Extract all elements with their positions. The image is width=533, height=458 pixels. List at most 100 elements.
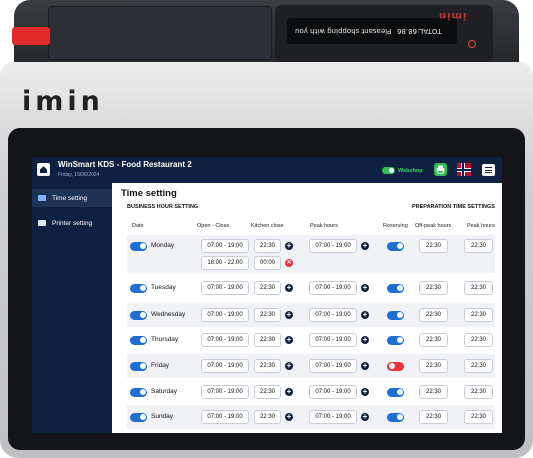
business-hour-heading: BUSINESS HOUR SETTING (127, 204, 199, 210)
paper-release-key[interactable] (12, 27, 50, 45)
peak-time-field[interactable]: 22:30 (464, 239, 493, 253)
peak-hours-field[interactable]: 07:00 - 19:00 (309, 410, 357, 424)
kitchen-close-field[interactable]: 22:30 (254, 281, 281, 295)
day-label: Thursday (151, 336, 179, 343)
day-enabled-toggle[interactable] (130, 361, 147, 371)
open-close-field[interactable]: 07:00 - 19:00 (201, 410, 249, 424)
offpeak-time-field[interactable]: 22:30 (419, 333, 448, 347)
printer-icon (38, 220, 46, 226)
day-row: Friday 07:00 - 19:00 22:30 +07:00 - 19:00 +2… (127, 354, 495, 378)
norway-flag-icon[interactable] (457, 163, 471, 176)
sidebar-item-time-setting[interactable]: Time setting (32, 189, 112, 207)
app-title: WinSmart KDS - Food Restaurant 2 (58, 160, 192, 169)
kitchen-close-field[interactable]: 22:30 (254, 308, 281, 322)
home-icon[interactable] (37, 163, 50, 176)
reserving-toggle[interactable] (387, 412, 404, 422)
day-row: Sunday 07:00 - 19:00 22:30 +07:00 - 19:00 +2… (127, 405, 495, 429)
add-hours-icon[interactable]: + (285, 388, 293, 396)
open-close-field-2[interactable]: 18:00 - 22:00 (201, 256, 249, 270)
screen: WinSmart KDS - Food Restaurant 2 Friday,… (32, 157, 502, 433)
day-row: Saturday 07:00 - 19:00 22:30 +07:00 - 19:00… (127, 380, 495, 404)
reserving-toggle[interactable] (387, 241, 404, 251)
reserving-toggle[interactable] (387, 335, 404, 345)
main-content: Time setting BUSINESS HOUR SETTING PREPA… (112, 183, 502, 433)
day-enabled-toggle[interactable] (130, 310, 147, 320)
peak-hours-field[interactable]: 07:00 - 19:00 (309, 308, 357, 322)
offpeak-time-field[interactable]: 22:30 (419, 410, 448, 424)
reserving-toggle[interactable] (387, 387, 404, 397)
add-peak-icon[interactable]: + (361, 311, 369, 319)
peak-hours-field[interactable]: 07:00 - 19:00 (309, 385, 357, 399)
kitchen-close-field-2[interactable]: 00:00 (254, 256, 281, 270)
col-open-close: Open - Close (197, 223, 230, 229)
add-peak-icon[interactable]: + (361, 284, 369, 292)
add-peak-icon[interactable]: + (361, 242, 369, 250)
add-peak-icon[interactable]: + (361, 336, 369, 344)
peak-time-field[interactable]: 22:30 (464, 281, 493, 295)
day-enabled-toggle[interactable] (130, 387, 147, 397)
day-label: Wednesday (151, 311, 186, 318)
power-icon[interactable] (468, 40, 476, 48)
printer-icon[interactable] (434, 163, 447, 176)
offpeak-time-field[interactable]: 22:30 (419, 308, 448, 322)
peak-time-field[interactable]: 22:30 (464, 385, 493, 399)
kitchen-close-field[interactable]: 22:30 (254, 385, 281, 399)
sidebar-item-printer-setting[interactable]: Printer setting (32, 214, 112, 232)
page-title: Time setting (121, 188, 177, 199)
day-enabled-toggle[interactable] (130, 283, 147, 293)
day-row: Thursday 07:00 - 19:00 22:30 +07:00 - 19:00… (127, 328, 495, 352)
day-enabled-toggle[interactable] (130, 241, 147, 251)
day-label: Saturday (151, 388, 178, 395)
customer-display-left: Pleasant shopping with you (295, 27, 392, 35)
peak-hours-field[interactable]: 07:00 - 19:00 (309, 333, 357, 347)
add-peak-icon[interactable]: + (361, 362, 369, 370)
kitchen-close-field[interactable]: 22:30 (254, 333, 281, 347)
peak-time-field[interactable]: 22:30 (464, 359, 493, 373)
open-close-field[interactable]: 07:00 - 19:00 (201, 239, 249, 253)
offpeak-time-field[interactable]: 22:30 (419, 281, 448, 295)
add-hours-icon[interactable]: + (285, 336, 293, 344)
reserving-toggle[interactable] (387, 361, 404, 371)
offpeak-time-field[interactable]: 22:30 (419, 359, 448, 373)
open-close-field[interactable]: 07:00 - 19:00 (201, 308, 249, 322)
peak-hours-field[interactable]: 07:00 - 19:00 (309, 359, 357, 373)
day-enabled-toggle[interactable] (130, 335, 147, 345)
add-hours-icon[interactable]: + (285, 284, 293, 292)
remove-hours-icon[interactable]: ✕ (285, 259, 293, 267)
day-label: Friday (151, 362, 170, 369)
offpeak-time-field[interactable]: 22:30 (419, 385, 448, 399)
peak-time-field[interactable]: 22:30 (464, 333, 493, 347)
app-header: WinSmart KDS - Food Restaurant 2 Friday,… (32, 157, 502, 183)
sidebar: Time setting Printer setting (32, 183, 112, 433)
col-date: Date (132, 223, 144, 229)
sidebar-item-label: Printer setting (52, 219, 93, 227)
menu-icon[interactable] (482, 164, 495, 176)
reserving-toggle[interactable] (387, 283, 404, 293)
offpeak-time-field[interactable]: 22:30 (419, 239, 448, 253)
add-peak-icon[interactable]: + (361, 413, 369, 421)
open-close-field[interactable]: 07:00 - 19:00 (201, 333, 249, 347)
webshop-switch[interactable]: Webshop (382, 166, 423, 175)
kitchen-close-field[interactable]: 22:30 (254, 359, 281, 373)
kitchen-close-field[interactable]: 22:30 (254, 239, 281, 253)
peak-hours-field[interactable]: 07:00 - 19:00 (309, 239, 357, 253)
peak-hours-field[interactable]: 07:00 - 19:00 (309, 281, 357, 295)
day-enabled-toggle[interactable] (130, 412, 147, 422)
add-hours-icon[interactable]: + (285, 413, 293, 421)
add-peak-icon[interactable]: + (361, 388, 369, 396)
open-close-field[interactable]: 07:00 - 19:00 (201, 281, 249, 295)
open-close-field[interactable]: 07:00 - 19:00 (201, 359, 249, 373)
day-label: Sunday (151, 413, 174, 420)
add-hours-icon[interactable]: + (285, 242, 293, 250)
peak-time-field[interactable]: 22:30 (464, 410, 493, 424)
sidebar-item-label: Time setting (52, 194, 88, 202)
add-hours-icon[interactable]: + (285, 311, 293, 319)
peak-time-field[interactable]: 22:30 (464, 308, 493, 322)
add-hours-icon[interactable]: + (285, 362, 293, 370)
kitchen-close-field[interactable]: 22:30 (254, 410, 281, 424)
day-row: Monday 07:00 - 19:00 22:30 +07:00 - 19:00 +2… (127, 235, 495, 273)
webshop-toggle[interactable] (382, 167, 395, 174)
col-peak-hours: Peak hours (310, 223, 338, 229)
reserving-toggle[interactable] (387, 310, 404, 320)
open-close-field[interactable]: 07:00 - 19:00 (201, 385, 249, 399)
